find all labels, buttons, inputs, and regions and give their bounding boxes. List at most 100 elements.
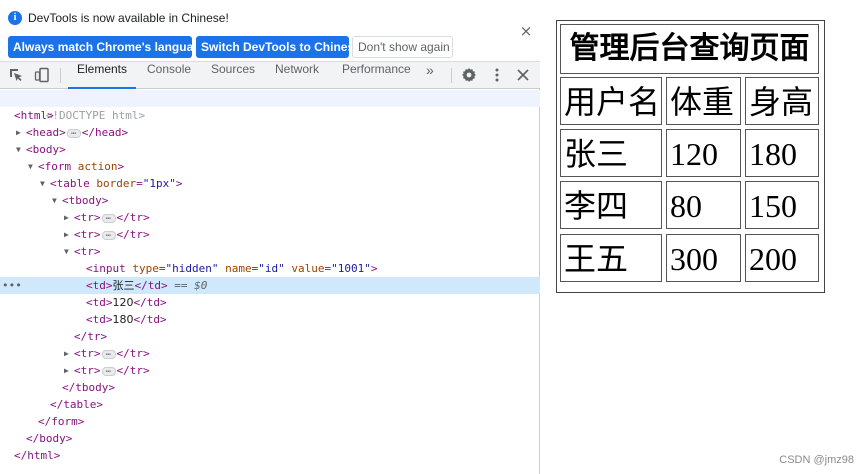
device-toolbar-icon[interactable] — [34, 67, 50, 83]
tag-name: tr — [129, 364, 143, 377]
dom-node-html-close[interactable]: </html> — [0, 447, 540, 464]
dom-node-tr-close[interactable]: </tr> — [0, 328, 540, 345]
collapse-triangle-icon[interactable]: ▼ — [40, 175, 50, 192]
dom-node-tbody-close[interactable]: </tbody> — [0, 379, 540, 396]
tag-name: td — [146, 313, 160, 326]
dom-node-body[interactable]: ▼ <body> — [0, 141, 540, 158]
collapse-triangle-icon[interactable]: ▼ — [64, 243, 74, 260]
dont-show-again-button[interactable]: Don't show again — [352, 36, 453, 58]
tab-network[interactable]: Network — [275, 62, 319, 89]
attr-name: action — [77, 160, 118, 173]
dom-node-form-close[interactable]: </form> — [0, 413, 540, 430]
tag-name: td — [92, 313, 106, 326]
tab-elements[interactable]: Elements — [68, 62, 136, 89]
tag-name: tr — [80, 228, 94, 241]
tag-name: tr — [129, 228, 143, 241]
page-preview: 管理后台查询页面 用户名 体重 身高 张三 120 180 李四 80 150 … — [541, 0, 865, 474]
dom-node-td[interactable]: <td>180</td> — [0, 311, 540, 328]
dom-node-head[interactable]: ▶ <head> ⋯ </head> — [0, 124, 540, 141]
attr-value: "hidden" — [165, 262, 219, 275]
ellipsis-icon[interactable]: ⋯ — [101, 230, 116, 240]
tag-name: tbody — [75, 381, 109, 394]
dom-node-tr[interactable]: ▼ <tr> — [0, 243, 540, 260]
tag-name: head — [32, 126, 60, 139]
tag-name: tr — [129, 347, 143, 360]
tag-name: td — [92, 296, 106, 309]
collapse-triangle-icon[interactable]: ▼ — [16, 141, 26, 158]
rendered-table: 管理后台查询页面 用户名 体重 身高 张三 120 180 李四 80 150 … — [556, 20, 825, 293]
dom-node-td-selected[interactable]: ••• <td>张三</td> == $0 — [0, 277, 540, 294]
attr-name: value — [291, 262, 325, 275]
header-cell-weight: 体重 — [666, 77, 741, 125]
switch-to-chinese-button[interactable]: Switch DevTools to Chinese — [196, 36, 361, 58]
table-cell: 180 — [745, 129, 819, 177]
td-text: 180 — [112, 313, 134, 326]
ellipsis-icon[interactable]: ⋯ — [101, 366, 116, 376]
tag-name: tr — [87, 330, 101, 343]
tag-name: tbody — [68, 194, 102, 207]
tag-name: tr — [80, 347, 94, 360]
dom-node-tbody[interactable]: ▼ <tbody> — [0, 192, 540, 209]
infobar-message: DevTools is now available in Chinese! — [28, 11, 229, 25]
collapse-triangle-icon[interactable]: ▼ — [52, 192, 62, 209]
tag-name: td — [147, 279, 161, 292]
kebab-menu-icon[interactable] — [489, 67, 505, 83]
tab-sources[interactable]: Sources — [211, 62, 255, 89]
tag-name: table — [56, 177, 90, 190]
attr-name: border — [96, 177, 137, 190]
tag-name: html — [20, 109, 48, 122]
ellipsis-icon[interactable]: ⋯ — [66, 128, 81, 138]
dom-node-table[interactable]: ▼ <table border="1px"> — [0, 175, 540, 192]
table-cell: 300 — [666, 234, 741, 282]
dom-node-tr[interactable]: ▶ <tr> ⋯ </tr> — [0, 209, 540, 226]
row-actions-icon[interactable]: ••• — [2, 277, 22, 294]
dom-node-doctype[interactable]: <!DOCTYPE html> — [0, 90, 540, 122]
expand-triangle-icon[interactable]: ▶ — [64, 362, 74, 379]
dom-node-body-close[interactable]: </body> — [0, 430, 540, 447]
attr-value: "id" — [258, 262, 285, 275]
dom-node-td[interactable]: <td>120</td> — [0, 294, 540, 311]
ellipsis-icon[interactable]: ⋯ — [101, 213, 116, 223]
tag-name: table — [63, 398, 97, 411]
always-match-language-button[interactable]: Always match Chrome's language — [8, 36, 207, 58]
toolbar-separator — [451, 68, 452, 83]
dom-node-tr[interactable]: ▶ <tr> ⋯ </tr> — [0, 226, 540, 243]
watermark: CSDN @jmz98 — [779, 454, 854, 466]
expand-triangle-icon[interactable]: ▶ — [64, 226, 74, 243]
table-cell: 120 — [666, 129, 741, 177]
tag-name: tr — [129, 211, 143, 224]
dom-tree: <!DOCTYPE html> <html> ▶ <head> ⋯ </head> ▼… — [0, 90, 540, 474]
inspect-icon[interactable] — [8, 67, 24, 83]
close-icon[interactable] — [515, 67, 531, 83]
tag-name: td — [92, 279, 106, 292]
table-cell: 李四 — [560, 181, 662, 229]
ellipsis-icon[interactable]: ⋯ — [101, 349, 116, 359]
collapse-triangle-icon[interactable]: ▼ — [28, 158, 38, 175]
dom-node-tr[interactable]: ▶ <tr> ⋯ </tr> — [0, 362, 540, 379]
tab-performance[interactable]: Performance — [342, 62, 411, 89]
tag-name: form — [51, 415, 78, 428]
tag-name: tr — [80, 364, 94, 377]
more-tabs-icon[interactable]: » — [426, 62, 434, 89]
selected-marker: == $0 — [174, 279, 208, 292]
attr-name: type — [132, 262, 159, 275]
tag-name: head — [95, 126, 122, 139]
expand-triangle-icon[interactable]: ▶ — [64, 209, 74, 226]
expand-triangle-icon[interactable]: ▶ — [16, 124, 26, 141]
tag-name: td — [146, 296, 160, 309]
table-cell: 王五 — [560, 234, 662, 282]
attr-name: name — [225, 262, 252, 275]
infobar-close-icon[interactable]: × — [519, 24, 533, 39]
settings-icon[interactable] — [461, 67, 477, 83]
tab-console[interactable]: Console — [147, 62, 191, 89]
dom-node-form[interactable]: ▼ <form action> — [0, 158, 540, 175]
expand-triangle-icon[interactable]: ▶ — [64, 345, 74, 362]
dom-node-tr[interactable]: ▶ <tr> ⋯ </tr> — [0, 345, 540, 362]
tag-name: body — [32, 143, 60, 156]
tag-name: body — [39, 432, 66, 445]
attr-value: "1px" — [142, 177, 176, 190]
dom-node-table-close[interactable]: </table> — [0, 396, 540, 413]
dom-node-html[interactable]: <html> — [0, 107, 540, 124]
dom-node-input[interactable]: <input type="hidden" name="id" value="10… — [0, 260, 540, 277]
tag-name: tr — [80, 245, 94, 258]
